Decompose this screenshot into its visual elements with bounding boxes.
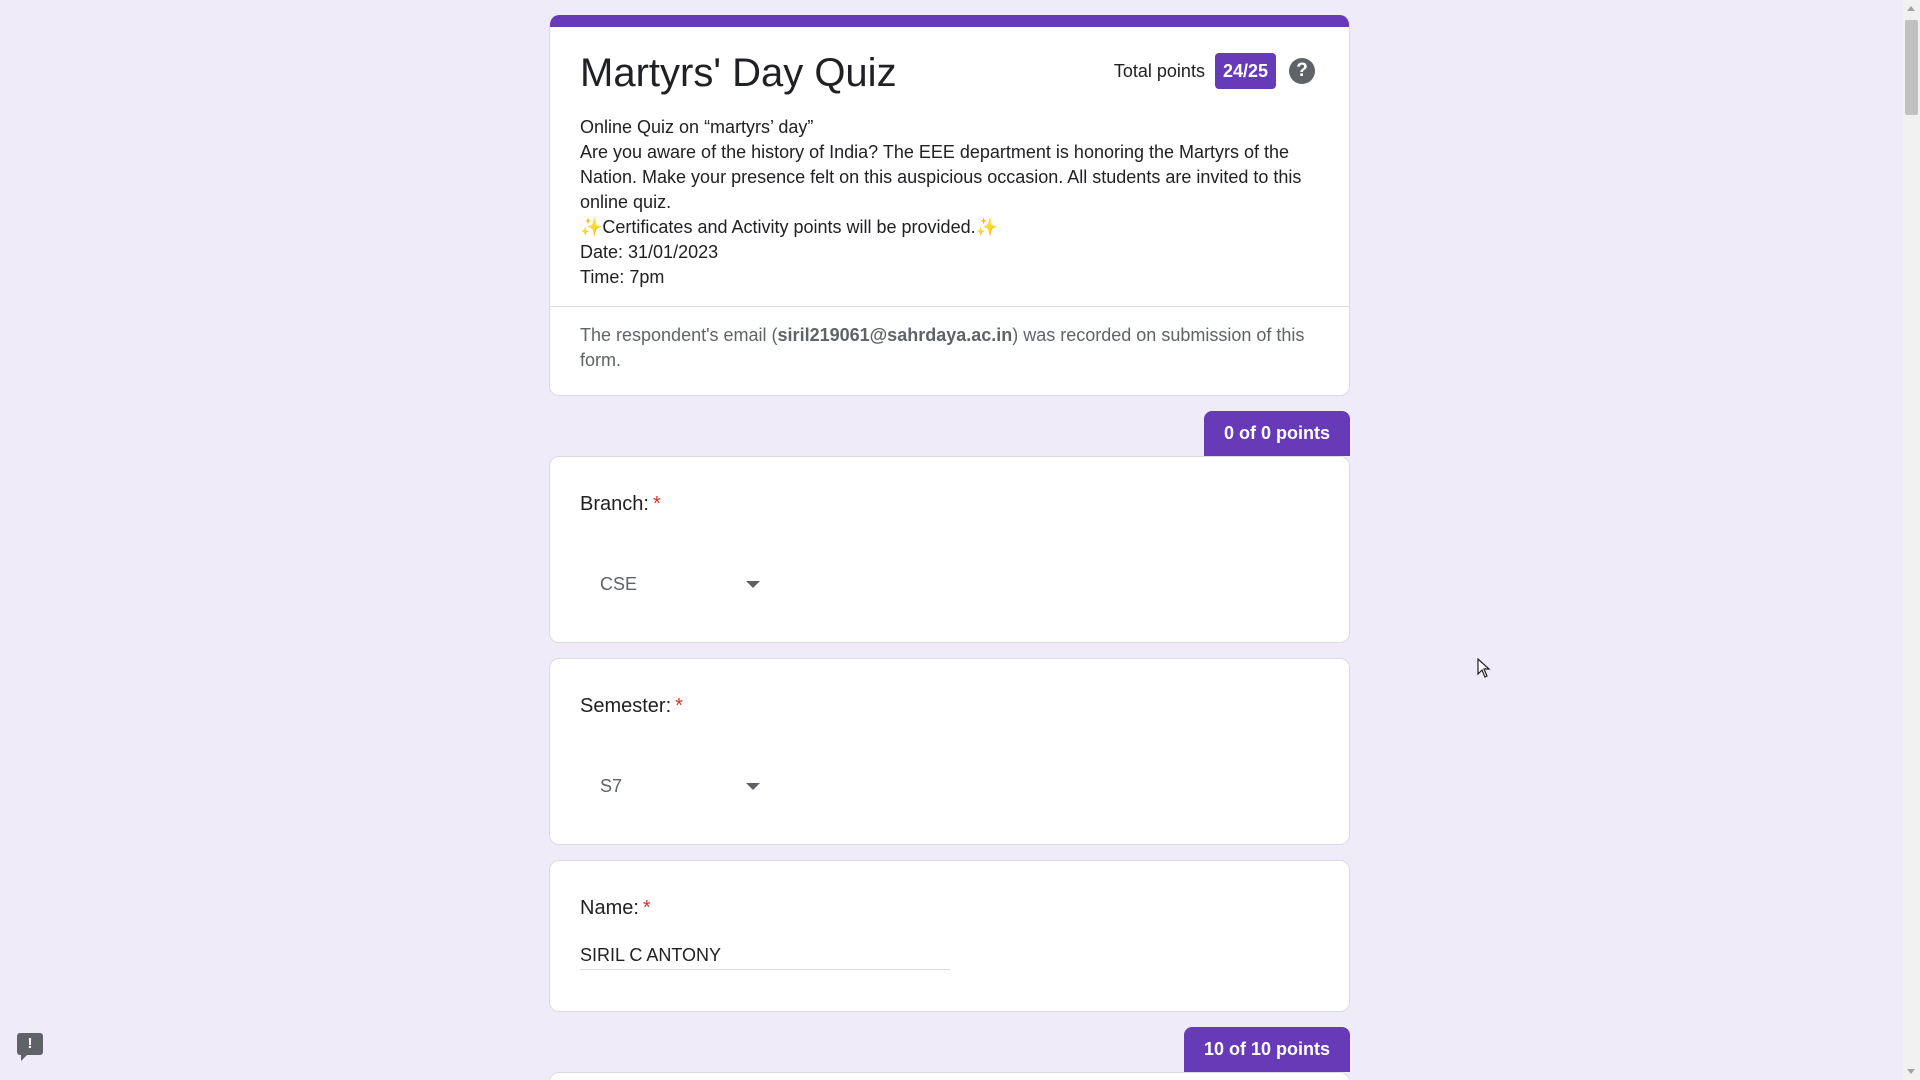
description-line: Date: 31/01/2023 — [580, 242, 719, 262]
question-label: Semester: — [580, 695, 672, 717]
form-title: Martyrs' Day Quiz — [580, 51, 897, 95]
form-description: Online Quiz on “martyrs’ day” Are you aw… — [550, 97, 1349, 306]
required-asterisk: * — [652, 493, 661, 515]
caret-down-icon — [746, 580, 760, 588]
caret-down-icon — [746, 782, 760, 790]
email-note-prefix: The respondent's email ( — [580, 325, 778, 345]
next-section-card — [549, 1072, 1350, 1080]
header-accent-bar — [550, 15, 1349, 27]
form-header-card: Martyrs' Day Quiz Total points 24/25 ? O… — [549, 15, 1350, 396]
section-score-row: 10 of 10 points — [549, 1027, 1350, 1072]
dropdown-selected-value: S7 — [600, 775, 623, 796]
branch-dropdown[interactable]: CSE — [580, 559, 780, 609]
question-title: Branch: * — [580, 491, 1319, 517]
description-line: Time: 7pm — [580, 267, 665, 287]
question-title: Semester: * — [580, 693, 1319, 719]
header-top-row: Martyrs' Day Quiz Total points 24/25 ? — [550, 27, 1349, 97]
semester-dropdown[interactable]: S7 — [580, 761, 780, 811]
question-label: Branch: — [580, 493, 649, 515]
respondent-email: siril219061@sahrdaya.ac.in — [777, 325, 1013, 345]
scroll-up-icon[interactable] — [1907, 6, 1915, 11]
total-points: Total points 24/25 ? — [1114, 53, 1315, 89]
scroll-thumb[interactable] — [1905, 20, 1918, 115]
total-score-badge: 24/25 — [1214, 53, 1276, 89]
question-title: Name: * — [580, 895, 1319, 921]
report-feedback-icon[interactable]: ! — [17, 1033, 43, 1061]
dropdown-selected-value: CSE — [600, 573, 638, 594]
description-line: Online Quiz on “martyrs’ day” — [580, 117, 814, 137]
form-page: Martyrs' Day Quiz Total points 24/25 ? O… — [549, 15, 1350, 1080]
required-asterisk: * — [642, 897, 651, 919]
respondent-email-note: The respondent's email (siril219061@sahr… — [550, 306, 1349, 395]
question-card-name: Name: * SIRIL C ANTONY — [549, 860, 1350, 1012]
name-answer-field[interactable]: SIRIL C ANTONY — [580, 945, 950, 970]
description-line: ✨Certificates and Activity points will b… — [580, 217, 998, 237]
question-card-branch: Branch: * CSE — [549, 456, 1350, 643]
description-line: Are you aware of the history of India? T… — [580, 142, 1307, 212]
section-score-row: 0 of 0 points — [549, 411, 1350, 456]
question-label: Name: — [580, 897, 639, 919]
required-asterisk: * — [675, 695, 683, 717]
mouse-cursor-icon — [1477, 658, 1491, 678]
question-card-semester: Semester: * S7 — [549, 658, 1350, 845]
vertical-scrollbar[interactable] — [1903, 0, 1920, 1080]
help-icon[interactable]: ? — [1289, 58, 1315, 84]
section-score-badge: 0 of 0 points — [1203, 411, 1350, 456]
total-points-label: Total points — [1113, 60, 1205, 81]
section-score-badge: 10 of 10 points — [1183, 1027, 1350, 1072]
scroll-down-icon[interactable] — [1907, 1069, 1915, 1074]
